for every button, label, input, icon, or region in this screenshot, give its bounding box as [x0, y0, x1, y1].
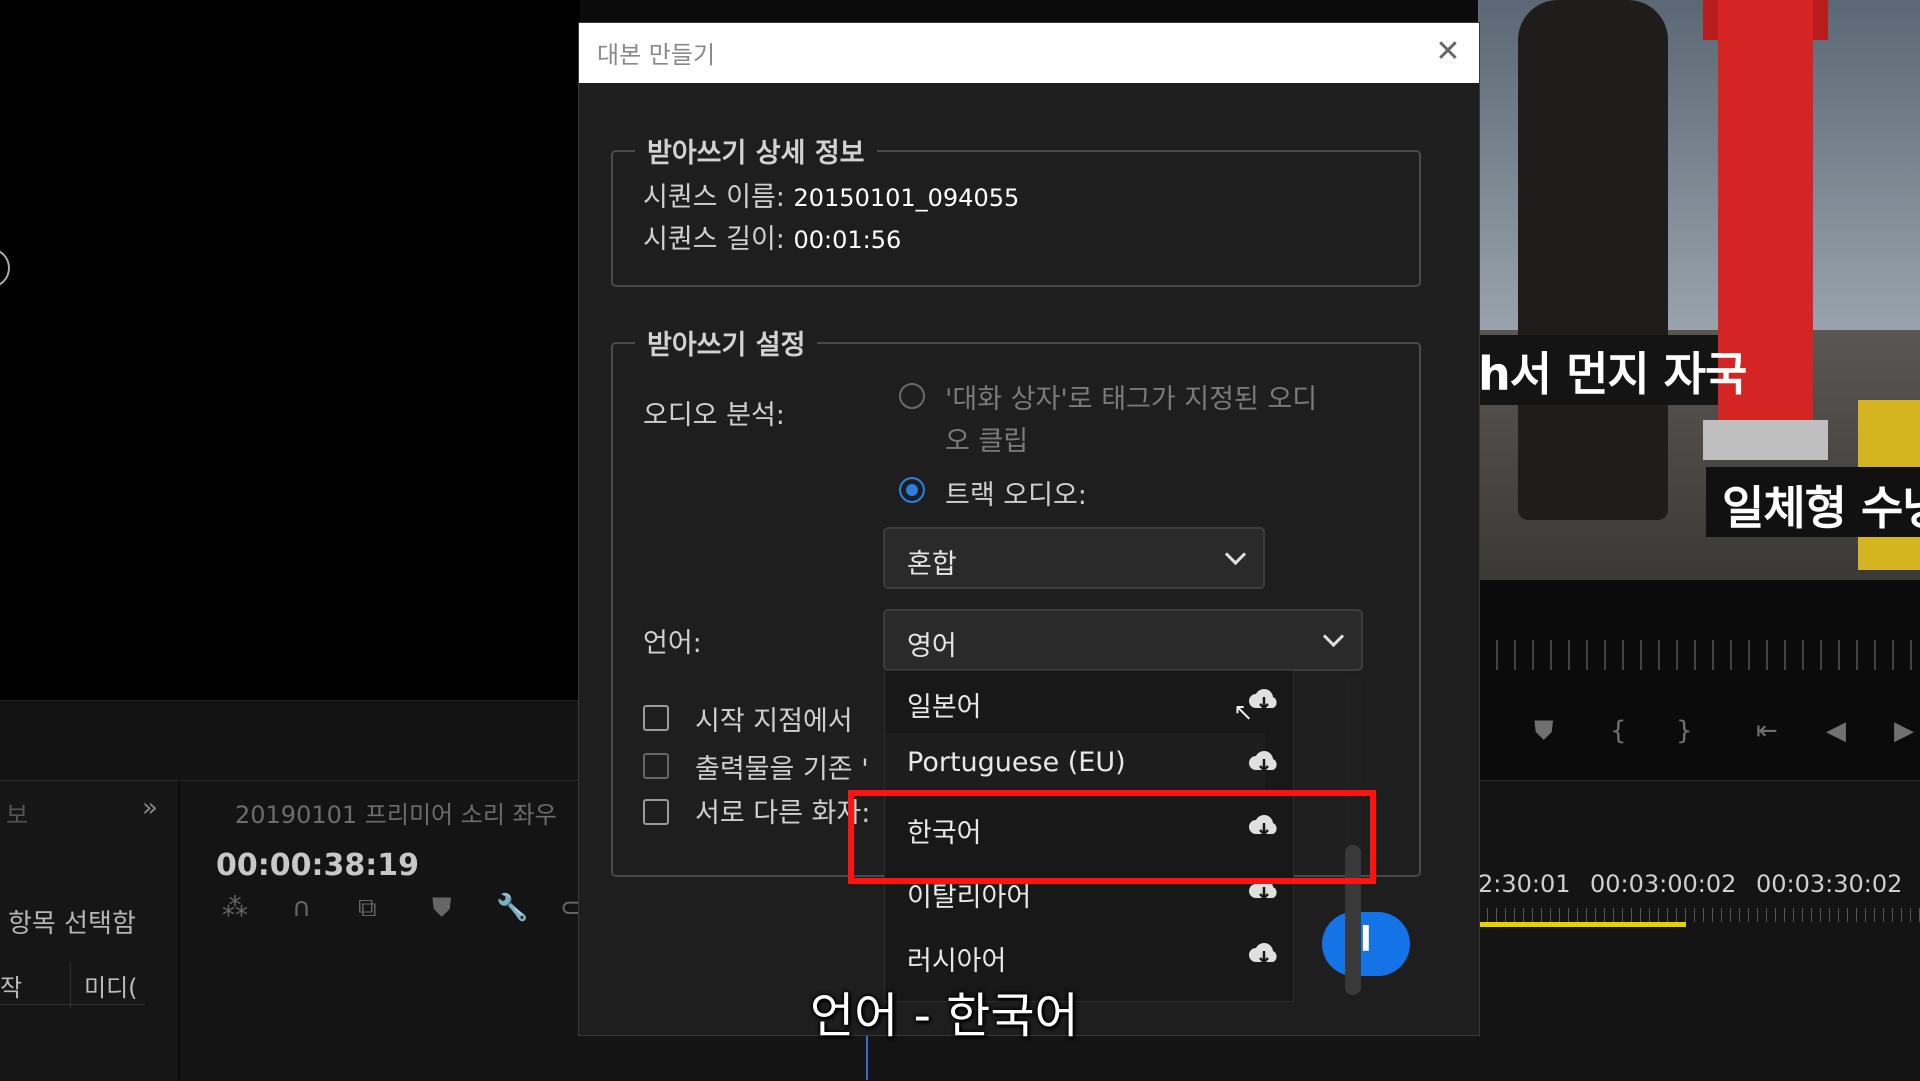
checkbox-merge-output[interactable] — [643, 753, 669, 779]
dialog-title: 대본 만들기 — [597, 41, 716, 69]
sequence-name-value: 20150101_094055 — [793, 184, 1020, 212]
source-monitor — [0, 0, 580, 700]
panel-overflow-icon[interactable]: » — [142, 793, 158, 823]
add-marker-icon[interactable]: ⛊ — [432, 893, 452, 924]
checkbox-speakers[interactable] — [643, 799, 669, 825]
video-caption-1: h서 먼지 자국 — [1478, 347, 1747, 401]
program-ruler[interactable] — [1478, 640, 1920, 670]
chevron-down-icon — [1322, 625, 1345, 648]
language-select[interactable]: 영어 — [883, 609, 1363, 671]
dialog-titlebar: 대본 만들기 ✕ — [579, 23, 1479, 83]
timeline-ticks — [1478, 908, 1920, 922]
step-back-icon[interactable]: ◀ — [1826, 716, 1846, 746]
timeline-timecode[interactable]: 00:00:38:19 — [216, 848, 419, 883]
monitor-controls-bar — [0, 700, 580, 781]
timeline-sequence-tab[interactable]: 20190101 프리미어 소리 좌우 — [235, 795, 557, 830]
ruler-label: 2:30:01 — [1478, 870, 1571, 898]
wrench-icon[interactable]: 🔧 — [496, 893, 528, 923]
track-audio-select[interactable]: 혼합 — [883, 527, 1265, 589]
linked-selection-icon[interactable]: ∩ — [292, 893, 311, 923]
language-select-value: 영어 — [907, 631, 957, 662]
language-option-japanese[interactable]: 일본어 — [885, 671, 1277, 733]
project-selection-status: 항목 선택함 — [8, 909, 136, 939]
sequence-name-row: 시퀀스 이름: 20150101_094055 — [643, 175, 1019, 214]
cloud-download-icon — [1249, 943, 1277, 964]
sequence-name-label: 시퀀스 이름: — [643, 182, 785, 213]
chevron-down-icon — [1224, 543, 1247, 566]
checkbox-from-in-point-label: 시작 지점에서 — [695, 706, 853, 737]
snap-icon[interactable]: ⁂ — [222, 893, 248, 923]
transcription-details-legend: 받아쓰기 상세 정보 — [647, 138, 865, 169]
project-column-divider — [70, 963, 71, 1008]
radio-track-audio[interactable] — [899, 477, 925, 503]
language-option-label: 일본어 — [907, 692, 982, 723]
language-label: 언어: — [643, 628, 702, 659]
project-column-name[interactable]: 작 — [0, 968, 22, 1003]
highlight-annotation-box — [848, 790, 1376, 884]
radio-dialogue-label-2: 오 클립 — [945, 426, 1029, 457]
project-header-line — [0, 1004, 145, 1005]
checkbox-from-in-point[interactable] — [643, 705, 669, 731]
project-column-media[interactable]: 미디( — [84, 968, 138, 1003]
nest-icon[interactable]: ⧉ — [358, 893, 377, 924]
work-area-bar[interactable] — [1478, 922, 1686, 927]
go-to-in-icon[interactable]: ⇤ — [1756, 716, 1778, 746]
sequence-length-row: 시퀀스 길이: 00:01:56 — [643, 217, 901, 256]
radio-dialogue-clips[interactable] — [899, 383, 925, 409]
ruler-label: 00:03:30:02 — [1756, 870, 1903, 898]
project-panel-title: 보 — [6, 801, 29, 829]
sequence-length-value: 00:01:56 — [793, 226, 902, 254]
cloud-download-icon — [1249, 751, 1277, 772]
close-icon[interactable]: ✕ — [1431, 35, 1465, 69]
video-caption-2: 일체형 수냉 — [1722, 481, 1920, 535]
mouse-cursor-icon: ↖ — [1233, 698, 1254, 726]
mark-out-icon[interactable]: } — [1676, 716, 1693, 746]
transcription-settings-legend: 받아쓰기 설정 — [647, 330, 806, 361]
video-person — [1518, 0, 1668, 520]
video-subtitle: 언어 - 한국어 — [810, 988, 1079, 1044]
checkbox-merge-output-label: 출력물을 기존 ' — [695, 754, 869, 785]
radio-dialogue-label-1: '대화 상자'로 태그가 지정된 오디 — [945, 384, 1318, 415]
language-option-label: 러시아어 — [907, 946, 1007, 977]
transcribe-button-label: l — [1360, 920, 1372, 960]
checkbox-speakers-label: 서로 다른 화자: — [695, 798, 871, 829]
radio-track-label: 트랙 오디오: — [945, 480, 1087, 511]
language-option-label: Portuguese (EU) — [907, 747, 1126, 778]
play-icon[interactable]: ▶ — [1894, 716, 1914, 746]
track-audio-select-value: 혼합 — [907, 549, 957, 580]
sequence-length-label: 시퀀스 길이: — [643, 224, 785, 255]
mark-in-icon[interactable]: { — [1610, 716, 1627, 746]
audio-analysis-label: 오디오 분석: — [643, 400, 785, 431]
ruler-label: 00:03:00:02 — [1590, 870, 1737, 898]
language-option-portuguese-eu[interactable]: Portuguese (EU) — [885, 733, 1277, 795]
video-lighthouse-base — [1703, 420, 1828, 460]
marker-icon[interactable]: ⛊ — [1534, 716, 1554, 747]
